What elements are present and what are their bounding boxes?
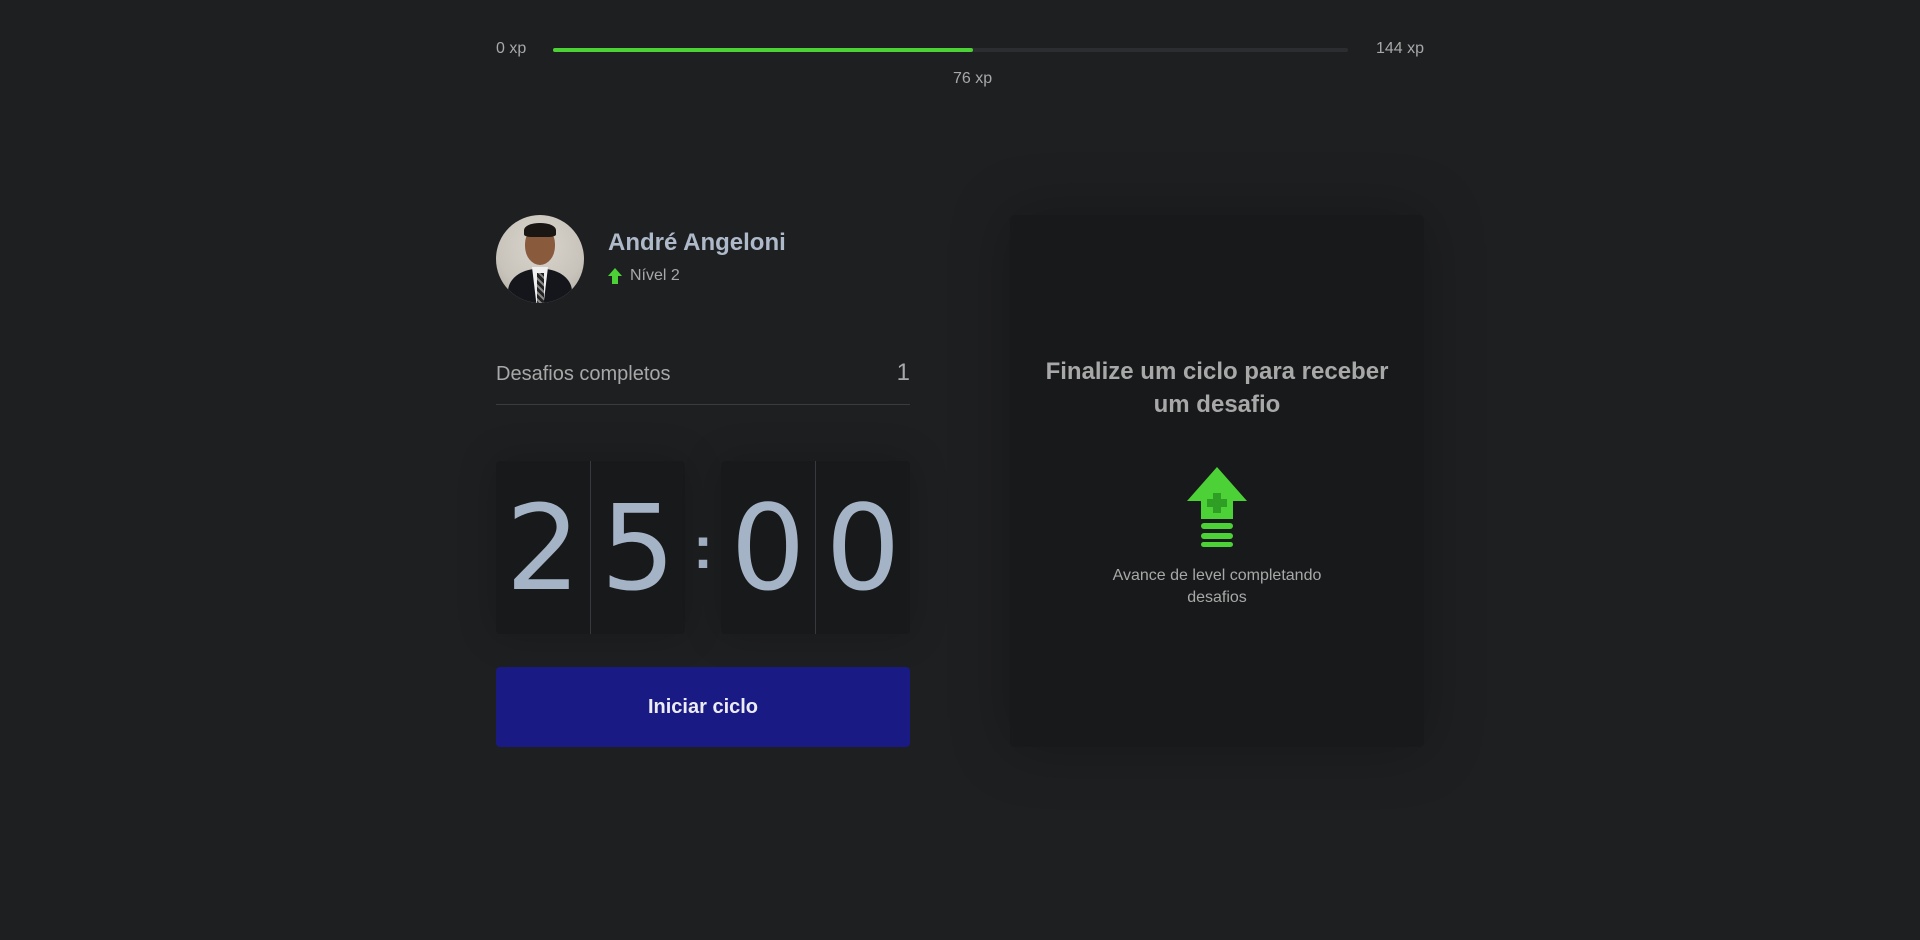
xp-track: 76 xp — [553, 48, 1348, 87]
level-up-arrow-icon — [608, 268, 622, 284]
minute-tens-digit: 2 — [505, 478, 581, 617]
timer-separator: : — [693, 514, 713, 581]
start-cycle-button[interactable]: Iniciar ciclo — [496, 667, 910, 747]
completed-challenges-label: Desafios completos — [496, 363, 671, 385]
xp-min-label: 0 xp — [496, 40, 527, 57]
xp-current-label: 76 xp — [953, 70, 993, 87]
second-ones-digit: 0 — [815, 461, 910, 634]
countdown-timer: 2 5 : 0 0 — [496, 461, 910, 634]
completed-challenges-count: 1 — [896, 359, 910, 386]
xp-max-label: 144 xp — [1375, 40, 1424, 57]
minutes-display: 2 5 — [496, 461, 685, 634]
user-level: Nível 2 — [608, 267, 680, 285]
profile: André Angeloni Nível 2 — [496, 215, 910, 305]
level-label: Nível 2 — [630, 267, 680, 284]
level-up-icon — [1187, 467, 1247, 547]
challenge-card: Finalize um ciclo para receber um desafi… — [1010, 215, 1424, 747]
challenge-card-title: Finalize um ciclo para receber um desafi… — [1045, 358, 1389, 418]
completed-challenges: Desafios completos 1 — [496, 355, 910, 405]
seconds-display: 0 0 — [721, 461, 910, 634]
challenge-card-text: Avance de level completando desafios — [1112, 567, 1322, 606]
experience-bar: 0 xp 76 xp 144 xp — [496, 38, 1424, 87]
xp-fill — [553, 48, 973, 52]
avatar — [496, 215, 584, 303]
minute-ones-digit: 5 — [590, 461, 685, 634]
user-name: André Angeloni — [608, 229, 786, 256]
second-tens-digit: 0 — [730, 478, 806, 617]
